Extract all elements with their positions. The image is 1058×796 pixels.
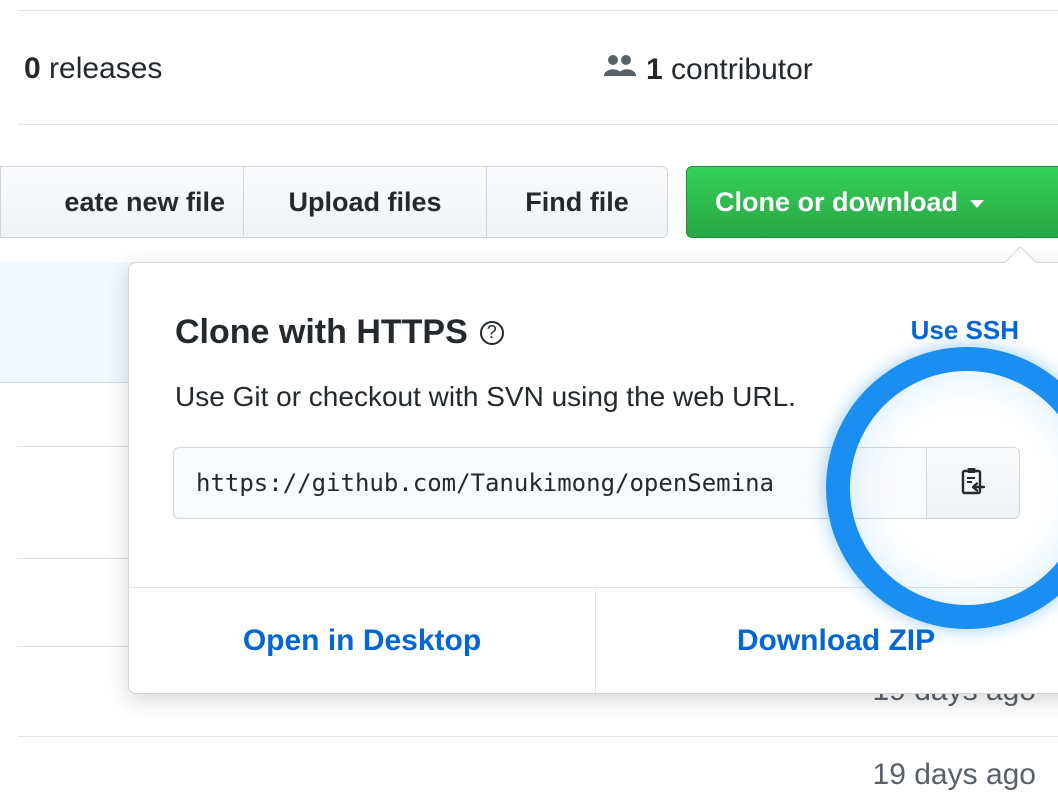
caret-down-icon: [970, 200, 984, 208]
question-icon[interactable]: ?: [479, 320, 504, 345]
clone-description: Use Git or checkout with SVN using the w…: [175, 381, 796, 412]
clone-dropdown: Clone with HTTPS ? Use SSH Use Git or ch…: [128, 246, 1058, 695]
download-zip-button[interactable]: Download ZIP: [596, 587, 1058, 695]
file-row-divider: [18, 736, 1058, 737]
use-ssh-link[interactable]: Use SSH: [911, 315, 1019, 346]
releases-count: 0: [24, 52, 41, 85]
create-new-file-button[interactable]: eate new file: [0, 166, 244, 238]
file-age: 19 days ago: [872, 758, 1036, 791]
clone-title-text: Clone with HTTPS: [175, 313, 468, 351]
contributors-count: 1: [646, 53, 663, 86]
clone-url-input[interactable]: https://github.com/Tanukimong/openSemina: [173, 447, 927, 519]
upload-files-button[interactable]: Upload files: [243, 166, 487, 238]
clipboard-icon: [960, 466, 986, 501]
copy-url-button[interactable]: [926, 447, 1020, 519]
contributors-label: contributor: [662, 53, 813, 86]
clone-or-download-button[interactable]: Clone or download: [686, 166, 1058, 238]
top-divider: [18, 10, 1058, 11]
contributors-stat[interactable]: 1 contributor: [602, 52, 813, 88]
releases-label: releases: [40, 52, 163, 85]
dropdown-pointer: [1004, 246, 1037, 279]
stats-divider: [18, 124, 1058, 125]
find-file-button[interactable]: Find file: [486, 166, 668, 238]
open-in-desktop-button[interactable]: Open in Desktop: [129, 587, 595, 695]
people-icon: [602, 52, 638, 88]
clone-title: Clone with HTTPS ?: [175, 313, 504, 352]
releases-stat[interactable]: 0 releases: [24, 52, 162, 86]
clone-button-label: Clone or download: [715, 186, 958, 217]
